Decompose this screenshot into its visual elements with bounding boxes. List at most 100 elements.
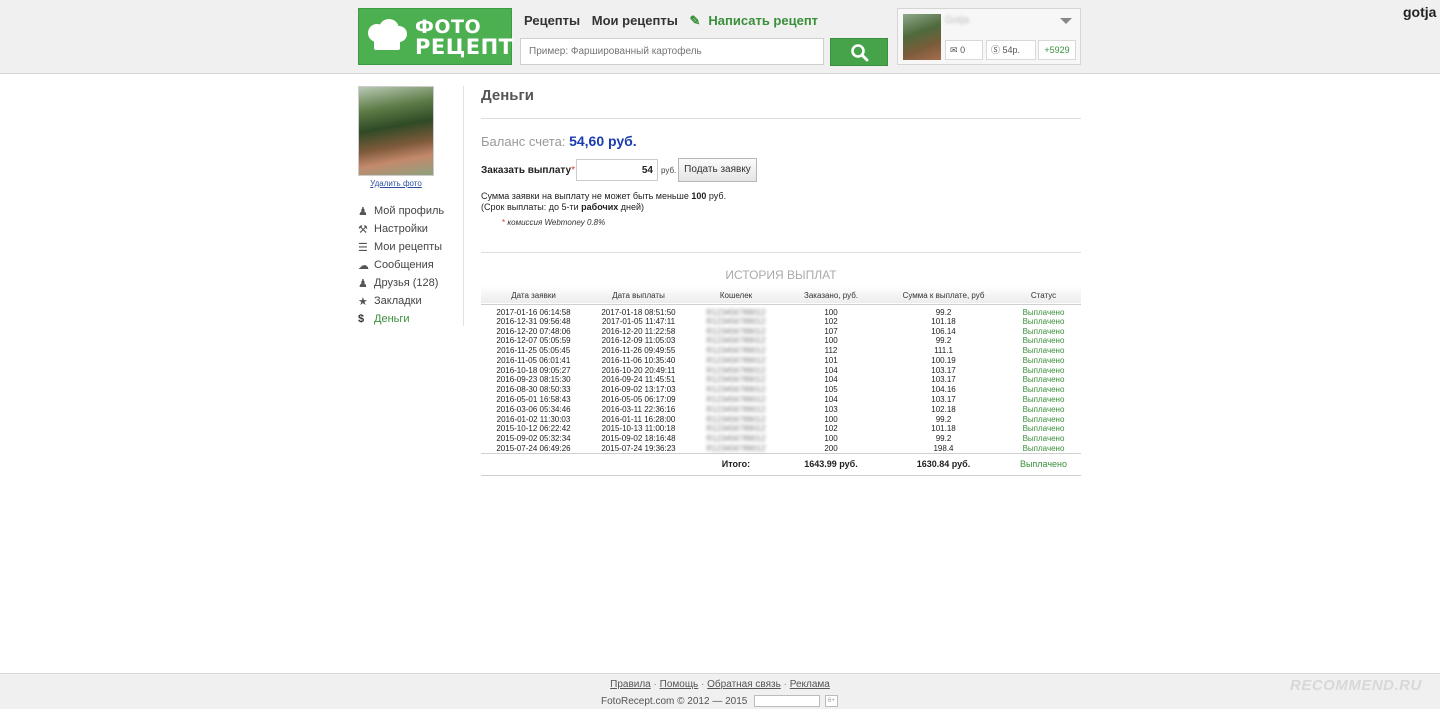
profile-photo [358,86,434,176]
rating-button[interactable]: +5929 [1038,40,1076,60]
footer-link-help[interactable]: Помощь [660,679,699,690]
divider [481,252,1081,253]
column-header: Заказано, руб. [804,291,858,301]
wrench-icon: ⚒ [358,223,368,236]
age-rating-badge: 6+ [825,695,838,707]
wallet-value-blurred: R123456789012 [706,355,766,365]
nav-my-recipes[interactable]: Мои рецепты [592,13,678,28]
request-date-cell: 2015-09-02 05:32:34 [496,434,571,444]
commission-star: * [502,218,506,227]
sidebar-item-friends[interactable]: ♟ Друзья (128) [358,274,444,292]
sidebar-item-label: Сообщения [374,259,434,271]
note-term-prefix: (Срок выплаты: до 5-ти [481,202,579,212]
user-name[interactable]: Gotja [945,15,969,26]
wallet-cell: R123456789012 [691,346,781,356]
submit-request-button[interactable]: Подать заявку [678,158,757,182]
table-row: 2016-08-30 08:50:33 2016-09-02 13:17:03 R1… [481,385,1081,395]
payout-note: Сумма заявки на выплату не может быть ме… [481,191,726,213]
table-body: 2017-01-16 06:14:58 2017-01-18 08:51:50 R1… [481,304,1081,453]
table-header-row: Дата заявки Дата выплаты Кошелек Заказан… [481,286,1081,304]
note-min-suffix: руб. [708,191,727,201]
sidebar-divider [463,86,464,326]
recipes-icon: ☰ [358,241,368,254]
request-date-cell: 2016-11-25 05:05:45 [496,346,571,356]
table-row: 2016-12-20 07:48:06 2016-12-20 11:22:58 R1… [481,326,1081,336]
logo-text-line2: РЕЦЕПТ [415,35,514,59]
page-title: Деньги [481,87,534,104]
column-header: Сумма к выплате, руб [902,291,985,301]
sidebar-item-bookmarks[interactable]: ★ Закладки [358,292,444,310]
delete-photo-link[interactable]: Удалить фото [358,179,434,188]
payout-amount-cell: 103.17 [931,365,956,375]
search-input[interactable] [520,38,824,65]
payout-date-cell: 2016-03-11 22:36:16 [601,404,676,414]
footer-link-feedback[interactable]: Обратная связь [707,679,781,690]
table-row: 2016-11-25 05:05:45 2016-11-26 09:49:55 R1… [481,346,1081,356]
wallet-value-blurred: R123456789012 [706,414,766,424]
total-label: Итого: [721,458,751,469]
status-cell: Выплачено [1022,365,1065,375]
footer-link-ads[interactable]: Реклама [790,679,830,690]
top-bar: ФОТО РЕЦЕПТ Рецепты Мои рецепты ✎ Написат… [0,0,1440,74]
wallet-cell: R123456789012 [691,356,781,366]
counter-badge [754,695,820,707]
balance-line: Баланс счета: 54,60 руб. [481,133,637,149]
wallet-cell: R123456789012 [691,414,781,424]
nav-recipes[interactable]: Рецепты [524,13,580,28]
balance-value: 54,60 руб. [569,133,637,149]
request-date-cell: 2016-12-20 07:48:06 [496,326,571,336]
sidebar-item-messages[interactable]: ☁ Сообщения [358,256,444,274]
ordered-amount-cell: 102 [824,424,838,434]
status-cell: Выплачено [1022,375,1065,385]
wallet-value-blurred: R123456789012 [706,424,766,434]
note-term-suffix: дней) [620,202,645,212]
column-header: Дата выплаты [612,291,665,301]
wallet-cell: R123456789012 [691,317,781,327]
chat-icon: ☁ [358,259,369,272]
copyright: FotoRecept.com © 2012 — 2015 [601,696,748,707]
commission-note: * комиссия Webmoney 0.8% [502,218,605,227]
payout-date-cell: 2015-09-02 18:16:48 [601,434,676,444]
sidebar-item-profile[interactable]: ♟ Мой профиль [358,202,444,220]
pencil-icon: ✎ [689,13,701,28]
payout-date-cell: 2015-10-13 11:00:18 [601,424,676,434]
nav-write-recipe[interactable]: ✎ Написать рецепт [689,13,826,28]
status-cell: Выплачено [1022,443,1065,453]
ordered-amount-cell: 107 [824,326,838,336]
nav-write-recipe-label: Написать рецепт [708,13,819,28]
logo[interactable]: ФОТО РЕЦЕПТ [358,8,514,65]
total-ordered: 1643.99 руб. [804,458,858,469]
wallet-value-blurred: R123456789012 [706,434,766,444]
table-row: 2016-12-07 05:05:59 2016-12-09 11:05:03 R1… [481,336,1081,346]
payout-amount-cell: 198.4 [933,443,954,453]
total-payout: 1630.84 руб. [916,458,971,469]
profile-menu: ♟ Мой профиль ⚒ Настройки ☰ Мои рецепты ☁ Со… [358,202,444,328]
commission-text: комиссия Webmoney 0.8% [507,218,606,227]
balance-button[interactable]: Ⓢ 54р. [986,40,1036,60]
payout-amount-cell: 100.19 [931,355,956,365]
table-row: 2017-01-16 06:14:58 2017-01-18 08:51:50 R1… [481,304,1081,317]
ordered-amount-cell: 105 [824,385,838,395]
payout-amount-cell: 106.14 [931,326,956,336]
order-payout-label: Заказать выплату*: [481,165,578,176]
wallet-value-blurred: R123456789012 [706,395,766,404]
footer-links: Правила · Помощь · Обратная связь · Рекл… [610,679,830,690]
ordered-amount-cell: 104 [824,395,838,404]
user-avatar[interactable] [903,14,941,60]
friends-icon: ♟ [358,277,368,290]
sidebar-item-my-recipes[interactable]: ☰ Мои рецепты [358,238,444,256]
order-label-text: Заказать выплату [481,165,572,176]
payout-amount-cell: 99.2 [935,434,952,444]
payout-amount-input[interactable] [576,159,658,181]
status-cell: Выплачено [1022,336,1065,346]
ordered-amount-cell: 104 [824,375,838,385]
ordered-amount-cell: 102 [824,316,838,326]
footer-link-rules[interactable]: Правила [610,679,651,690]
sidebar-item-settings[interactable]: ⚒ Настройки [358,220,444,238]
chevron-down-icon[interactable] [1060,18,1072,24]
search-button[interactable] [830,38,888,66]
sidebar-item-money[interactable]: $ Деньги [358,310,444,328]
messages-button[interactable]: ✉ 0 [945,40,983,60]
wallet-cell: R123456789012 [691,365,781,375]
table-row: 2015-10-12 06:22:42 2015-10-13 11:00:18 R1… [481,424,1081,434]
